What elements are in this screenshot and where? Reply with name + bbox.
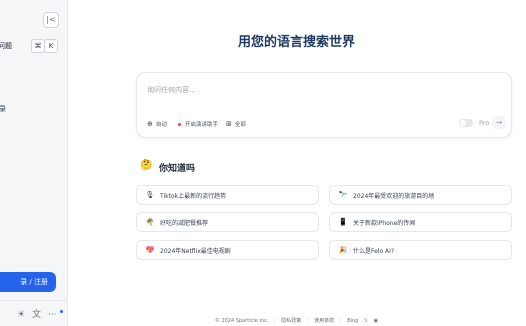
suggestion-text: 好吃的减肥餐推荐 bbox=[160, 219, 209, 227]
blog-link[interactable]: Blog bbox=[347, 318, 358, 324]
page-title: 用您的语言搜索世界 bbox=[237, 35, 355, 50]
microphone-icon: 🎙 bbox=[145, 191, 155, 199]
collapse-sidebar-icon[interactable]: |< bbox=[43, 12, 59, 28]
palm-tree-icon: 🌴 bbox=[145, 218, 155, 226]
sun-icon[interactable]: ☀ bbox=[17, 310, 25, 320]
suggestion-card[interactable]: 💖 2024年Netflix最佳电视剧 bbox=[136, 240, 319, 260]
send-arrow-icon[interactable]: → bbox=[492, 116, 506, 130]
speech-assistant-label: 开启演讲助手 bbox=[185, 122, 219, 128]
globe-icon: ⊕ bbox=[147, 120, 153, 128]
discord-icon[interactable]: ▣ bbox=[373, 318, 378, 324]
x-icon[interactable]: 𝕏 bbox=[364, 318, 368, 324]
pro-label: Pro bbox=[479, 119, 490, 127]
translate-icon[interactable]: 文 bbox=[32, 310, 41, 320]
suggestion-text: Tiktok上最新的流行趋势 bbox=[160, 192, 227, 200]
search-input[interactable]: 询问任何内容... bbox=[147, 85, 196, 95]
divider: | bbox=[339, 318, 342, 324]
divider: | bbox=[306, 318, 309, 324]
suggestion-card[interactable]: 🎉 什么是Felo AI? bbox=[329, 240, 512, 260]
main-area: 用您的语言搜索世界 询问任何内容... ⊕ 自动 开启演讲助手 ⊞ 全部 Pro… bbox=[67, 0, 526, 326]
suggestion-text: 2024年Netflix最佳电视剧 bbox=[160, 247, 231, 255]
notification-dot bbox=[60, 310, 63, 313]
suggestion-card[interactable]: 🎙 Tiktok上最新的流行趋势 bbox=[136, 185, 319, 205]
scope-all-option[interactable]: ⊞ 全部 bbox=[226, 120, 246, 128]
heart-icon: 💖 bbox=[145, 246, 155, 254]
language-auto-label: 自动 bbox=[155, 122, 167, 128]
sidebar-search-label: 问题 bbox=[0, 42, 12, 50]
privacy-link[interactable]: 隐私政策 bbox=[281, 318, 301, 324]
sidebar-bottom-bar: ☀ 文 ··· bbox=[0, 300, 67, 326]
sidebar-search[interactable]: 问题 ⌘ K bbox=[0, 39, 67, 53]
command-key-icon: ⌘ bbox=[31, 39, 45, 53]
copyright-text: © 2024 Sparticle Inc. bbox=[214, 318, 269, 324]
speech-assistant-option[interactable]: 开启演讲助手 bbox=[178, 120, 218, 128]
k-key-icon: K bbox=[44, 39, 58, 53]
red-dot-icon bbox=[178, 122, 181, 126]
terms-link[interactable]: 使用条款 bbox=[314, 318, 334, 324]
thinking-face-icon: 🤔 bbox=[140, 160, 153, 171]
login-register-button[interactable]: 录 / 注册 bbox=[0, 272, 56, 292]
party-popper-icon: 🎉 bbox=[338, 246, 348, 254]
telescope-icon: 🔭 bbox=[338, 191, 348, 199]
pro-toggle[interactable] bbox=[459, 119, 473, 127]
suggestion-card[interactable]: 🔭 2024年最受欢迎的旅游目的地 bbox=[329, 185, 512, 205]
more-icon[interactable]: ··· bbox=[48, 310, 57, 320]
suggestion-card[interactable]: 📱 关于新款iPhone的传闻 bbox=[329, 212, 512, 232]
suggestion-text: 2024年最受欢迎的旅游目的地 bbox=[353, 192, 435, 200]
grid-icon: ⊞ bbox=[226, 120, 232, 128]
language-auto-option[interactable]: ⊕ 自动 bbox=[147, 120, 167, 128]
scope-all-label: 全部 bbox=[234, 122, 246, 128]
suggestion-text: 关于新款iPhone的传闻 bbox=[353, 219, 416, 227]
divider: | bbox=[274, 318, 276, 324]
sidebar-history-fragment[interactable]: 录 bbox=[0, 104, 6, 114]
footer: © 2024 Sparticle Inc. | 隐私政策 | 使用条款 | Bl… bbox=[67, 317, 526, 324]
search-box[interactable]: 询问任何内容... ⊕ 自动 开启演讲助手 ⊞ 全部 Pro → bbox=[136, 72, 512, 138]
suggestion-text: 什么是Felo AI? bbox=[353, 247, 395, 255]
suggestion-card[interactable]: 🌴 好吃的减肥餐推荐 bbox=[136, 212, 319, 232]
sidebar: |< 问题 ⌘ K 录 录 / 注册 ☀ 文 ··· bbox=[0, 0, 68, 326]
phone-icon: 📱 bbox=[338, 218, 348, 226]
toggle-knob bbox=[460, 120, 466, 126]
did-you-know-title: 你知道吗 bbox=[159, 164, 196, 174]
